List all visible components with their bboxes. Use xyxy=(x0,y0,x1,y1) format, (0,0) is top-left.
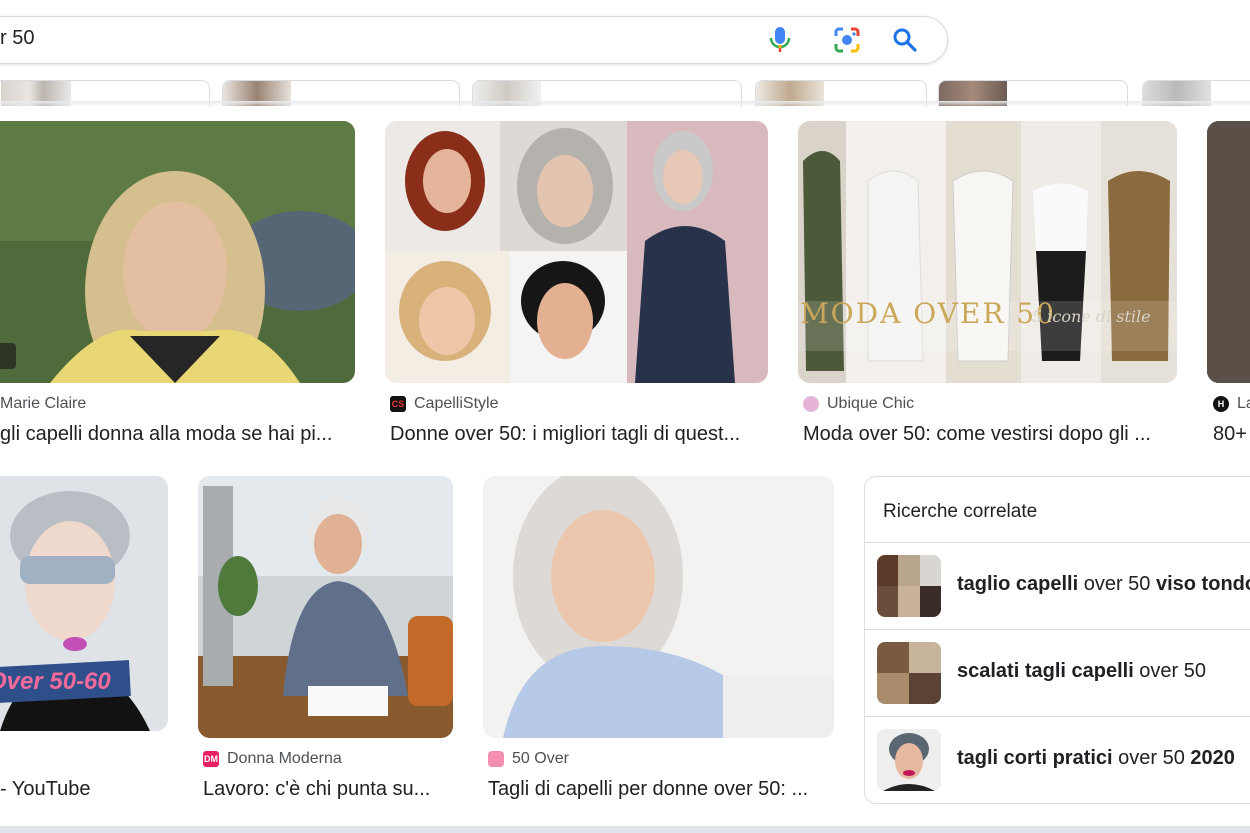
related-search-text: tagli corti pratici over 50 2020 xyxy=(957,747,1235,769)
capellistyle-favicon-icon: CS xyxy=(390,396,406,412)
source-name: Donna Moderna xyxy=(227,750,342,767)
result-source[interactable]: 50 Over xyxy=(488,750,569,768)
related-search-item[interactable]: taglio capelli over 50 viso tondo xyxy=(865,542,1250,629)
ubique-chic-favicon-icon xyxy=(803,396,819,412)
source-favicon-icon: H xyxy=(1213,396,1229,412)
source-name: La xyxy=(1237,395,1250,412)
fifty-over-favicon-icon xyxy=(488,751,504,767)
result-image[interactable]: MODA OVER 50 5 icone di stile xyxy=(798,121,1177,383)
strip-divider xyxy=(0,101,1250,107)
result-image[interactable]: Over 50-60 xyxy=(0,476,168,731)
source-name: Marie Claire xyxy=(0,395,87,412)
result-source[interactable]: Marie Claire xyxy=(0,395,86,413)
overlay-banner-text: Over 50-60 xyxy=(0,668,111,695)
result-title[interactable]: Donne over 50: i migliori tagli di quest… xyxy=(390,423,770,446)
related-searches-heading: Ricerche correlate xyxy=(883,501,1038,522)
result-source[interactable]: DM Donna Moderna xyxy=(203,750,342,768)
result-source[interactable]: CS CapelliStyle xyxy=(390,395,498,413)
result-title[interactable]: Moda over 50: come vestirsi dopo gli ... xyxy=(803,423,1183,446)
moda-overlay-text: MODA OVER 50 xyxy=(800,297,1056,330)
result-title[interactable]: - YouTube xyxy=(0,778,180,801)
source-name: 50 Over xyxy=(512,750,569,767)
result-image[interactable] xyxy=(198,476,453,738)
source-name: Ubique Chic xyxy=(827,395,915,412)
moda-overlay-script: 5 icone di stile xyxy=(1032,307,1151,326)
result-title[interactable]: 80+ xyxy=(1213,423,1250,446)
related-search-text: taglio capelli over 50 viso tondo xyxy=(957,573,1250,595)
result-title[interactable]: Lavoro: c'è chi punta su... xyxy=(203,778,458,801)
related-thumbnail xyxy=(877,555,941,617)
result-source[interactable]: H La xyxy=(1213,395,1250,413)
result-image[interactable] xyxy=(483,476,834,738)
related-search-item[interactable]: scalati tagli capelli over 50 xyxy=(865,629,1250,716)
result-title[interactable]: gli capelli donna alla moda se hai pi... xyxy=(0,423,360,446)
related-search-item[interactable]: tagli corti pratici over 50 2020 xyxy=(865,716,1250,803)
result-image[interactable] xyxy=(1207,121,1250,383)
result-source[interactable]: Ubique Chic xyxy=(803,395,914,413)
related-searches-panel: Ricerche correlate taglio capelli over 5… xyxy=(864,476,1250,804)
video-badge-icon xyxy=(0,343,16,369)
related-thumbnail xyxy=(877,729,941,791)
source-name: CapelliStyle xyxy=(414,395,499,412)
result-image[interactable] xyxy=(385,121,768,383)
result-image[interactable] xyxy=(0,121,355,383)
camera-lens-icon[interactable] xyxy=(832,24,862,56)
search-box[interactable] xyxy=(0,16,948,64)
search-input[interactable]: r 50 xyxy=(0,27,34,50)
related-thumbnail xyxy=(877,642,941,704)
donna-moderna-favicon-icon: DM xyxy=(203,751,219,767)
result-title[interactable]: Tagli di capelli per donne over 50: ... xyxy=(488,778,833,801)
microphone-icon[interactable] xyxy=(765,24,795,56)
bottom-edge xyxy=(0,826,1250,833)
search-icon[interactable] xyxy=(890,24,920,56)
related-search-text: scalati tagli capelli over 50 xyxy=(957,660,1207,682)
